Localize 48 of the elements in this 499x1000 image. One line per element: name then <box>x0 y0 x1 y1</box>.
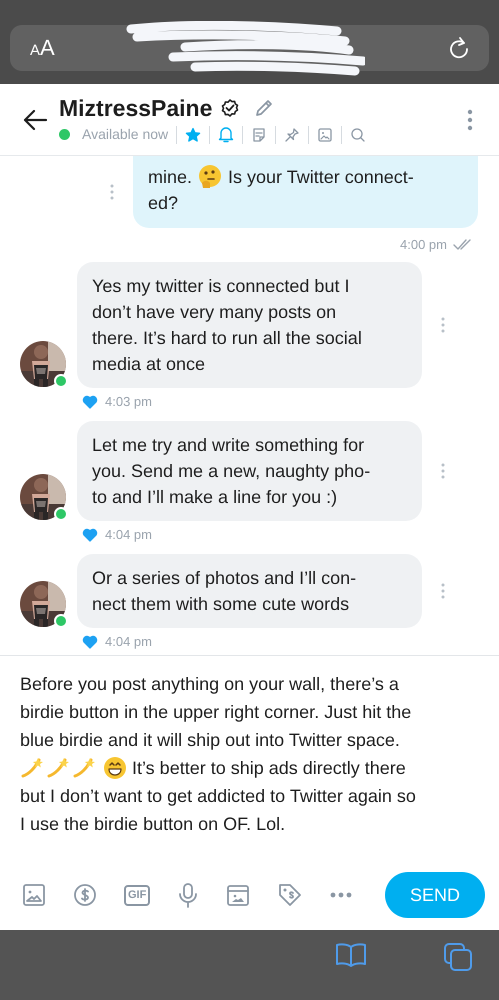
dizzy-emoji-icon <box>46 756 70 780</box>
text-size-button[interactable]: AA <box>30 37 55 59</box>
message-text: Is your Twitter connect- <box>228 166 414 189</box>
message-text: Yes my twitter is connected but I don’t have very many posts on there. It’s hard to run all the social media at once <box>92 275 362 376</box>
message-text: but I don’t want to get addicted to Twitter again so I use the birdie button on OF. Lol. <box>20 785 416 836</box>
image-icon[interactable] <box>317 126 334 142</box>
search-icon[interactable] <box>350 126 366 142</box>
verified-badge-icon <box>220 98 240 118</box>
thinking-emoji-icon <box>197 164 224 190</box>
star-icon[interactable] <box>185 126 202 142</box>
heart-icon[interactable] <box>82 635 98 649</box>
redaction-scribble-icon <box>125 21 365 77</box>
message-time: 4:04 pm <box>105 633 152 652</box>
heart-icon[interactable] <box>82 395 98 409</box>
more-options-icon[interactable] <box>109 183 115 201</box>
message-time: 4:03 pm <box>105 393 152 412</box>
reload-icon[interactable] <box>447 36 469 60</box>
pencil-icon[interactable] <box>254 98 274 118</box>
tabs-icon[interactable] <box>443 942 473 972</box>
dizzy-emoji-icon <box>20 756 44 780</box>
pin-icon[interactable] <box>284 126 300 142</box>
book-icon[interactable] <box>335 942 367 968</box>
note-icon[interactable] <box>251 126 268 142</box>
message-time: 4:04 pm <box>105 526 152 544</box>
microphone-icon[interactable] <box>177 882 200 908</box>
message-text: Let me try and write something for you. Send me a new, naughty pho- to and I’ll make a line for you :) <box>92 434 370 509</box>
more-options-icon[interactable] <box>440 462 446 480</box>
back-arrow-icon[interactable] <box>22 108 48 130</box>
message-time: 4:00 pm <box>400 236 447 254</box>
more-options-icon[interactable] <box>440 582 446 600</box>
heart-icon[interactable] <box>82 528 98 542</box>
contact-name: MiztressPaine <box>59 94 212 122</box>
more-options-icon[interactable] <box>467 108 473 130</box>
message-text: It’s better to ship ads directly there <box>132 757 406 780</box>
image-icon[interactable] <box>22 883 46 907</box>
message-text: Or a series of photos and I’ll con- nect them with some cute words <box>92 567 356 616</box>
more-options-icon[interactable] <box>330 892 352 898</box>
dollar-coin-icon[interactable] <box>73 883 97 907</box>
price-tag-icon[interactable] <box>277 882 304 908</box>
dizzy-emoji-icon <box>72 756 96 780</box>
availability-status: Available now <box>82 125 168 144</box>
message-text: Before you post anything on your wall, there’s a birdie button in the upper right corner. Just hit the blue birdie and it will ship out into Twitter space. <box>20 673 412 752</box>
bell-icon[interactable] <box>218 126 234 143</box>
message-text: ed? <box>148 192 178 215</box>
grinning-emoji-icon <box>103 756 127 780</box>
vault-icon[interactable] <box>226 883 250 907</box>
more-options-icon[interactable] <box>440 316 446 334</box>
message-text: mine. <box>148 166 192 189</box>
